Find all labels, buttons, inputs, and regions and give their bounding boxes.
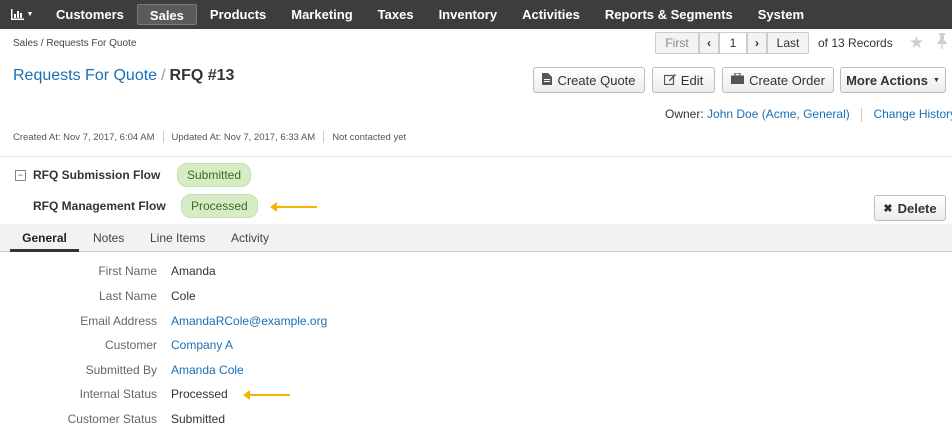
field-label: Last Name — [98, 289, 157, 303]
submitted-by-link[interactable]: Amanda Cole — [171, 363, 244, 377]
pin-shape — [937, 33, 947, 49]
field-label: First Name — [98, 264, 157, 278]
meta-divider — [323, 131, 325, 143]
create-order-button[interactable]: Create Order — [722, 67, 834, 93]
delete-label: Delete — [897, 200, 937, 216]
record-meta: Created At: Nov 7, 2017, 6:04 AM Updated… — [13, 131, 406, 143]
workflow-name: RFQ Submission Flow — [33, 168, 161, 182]
field-label: Customer Status — [67, 412, 157, 426]
tab-general[interactable]: General — [10, 224, 79, 252]
create-quote-label: Create Quote — [557, 72, 636, 88]
annotation-arrow-icon — [270, 202, 317, 212]
owner-divider — [861, 107, 863, 122]
meta-divider — [162, 131, 164, 143]
field-value: Submitted — [171, 412, 226, 426]
nav-taxes[interactable]: Taxes — [366, 4, 426, 25]
workflow-status-badge: Submitted — [177, 163, 252, 187]
workflow-name: RFQ Management Flow — [33, 199, 166, 213]
field-label: Internal Status — [79, 387, 157, 401]
star-icon[interactable]: ★ — [909, 33, 924, 53]
record-title: RFQ #13 — [169, 67, 235, 84]
edit-label: Edit — [680, 72, 704, 88]
nav-activities[interactable]: Activities — [510, 4, 592, 25]
annotation-arrow-icon — [243, 390, 290, 400]
updated-at: Updated At: Nov 7, 2017, 6:33 AM — [171, 131, 316, 143]
caret-down-icon: ▼ — [26, 11, 34, 18]
pager-page-input[interactable]: 1 — [719, 32, 747, 54]
collapse-toggle-icon[interactable]: − — [15, 170, 26, 181]
document-icon — [542, 72, 553, 88]
close-icon: ✖ — [883, 202, 893, 215]
field-label: Customer — [104, 338, 157, 352]
divider — [0, 156, 952, 157]
workflow-status-badge: Processed — [181, 194, 258, 218]
bar-chart-icon — [10, 9, 24, 20]
email-link[interactable]: AmandaRCole@example.org — [171, 314, 327, 328]
field-value: Amanda — [171, 264, 216, 278]
nav-sales[interactable]: Sales — [136, 4, 197, 25]
change-history-link[interactable]: Change History — [873, 107, 952, 121]
edit-button[interactable]: Edit — [652, 67, 715, 93]
dashboard-menu[interactable]: ▼ — [0, 0, 44, 29]
pager-prev-button[interactable]: ‹ — [699, 32, 719, 54]
tab-line-items[interactable]: Line Items — [150, 224, 205, 252]
field-label: Email Address — [80, 314, 157, 328]
briefcase-icon — [731, 72, 745, 87]
pager-first-button[interactable]: First — [655, 32, 699, 54]
more-actions-button[interactable]: More Actions ▼ — [840, 67, 946, 93]
created-at: Created At: Nov 7, 2017, 6:04 AM — [13, 131, 155, 143]
tab-activity[interactable]: Activity — [231, 224, 269, 252]
nav-products[interactable]: Products — [198, 4, 278, 25]
section-link[interactable]: Requests For Quote — [13, 67, 157, 84]
field-label: Submitted By — [85, 363, 157, 377]
create-quote-button[interactable]: Create Quote — [533, 67, 645, 93]
contact-status: Not contacted yet — [332, 131, 407, 143]
record-count: of 13 Records — [818, 36, 893, 50]
delete-button[interactable]: ✖ Delete — [874, 195, 946, 221]
nav-inventory[interactable]: Inventory — [427, 4, 510, 25]
more-actions-label: More Actions — [846, 72, 928, 88]
page-title: Requests For Quote / RFQ #13 — [13, 67, 234, 85]
pin-icon[interactable] — [936, 33, 948, 52]
top-navigation: ▼ Customers Sales Products Marketing Tax… — [0, 0, 952, 29]
owner-label: Owner: — [665, 107, 704, 121]
owner-link[interactable]: John Doe (Acme, General) — [707, 107, 850, 121]
field-value: Cole — [171, 289, 196, 303]
customer-link[interactable]: Company A — [171, 338, 233, 352]
breadcrumb: Sales / Requests For Quote — [13, 38, 137, 49]
chevron-left-icon: ‹ — [707, 36, 711, 50]
pencil-icon — [663, 73, 676, 88]
nav-marketing[interactable]: Marketing — [279, 4, 364, 25]
nav-reports-segments[interactable]: Reports & Segments — [593, 4, 745, 25]
field-value: Processed — [171, 387, 228, 401]
owner-info: Owner: John Doe (Acme, General) Change H… — [665, 107, 952, 122]
pager-next-button[interactable]: › — [747, 32, 767, 54]
create-order-label: Create Order — [749, 72, 825, 88]
record-pager: First ‹ 1 › Last of 13 Records — [655, 32, 893, 54]
tab-notes[interactable]: Notes — [93, 224, 124, 252]
nav-customers[interactable]: Customers — [44, 4, 136, 25]
tab-bar: General Notes Line Items Activity — [0, 224, 952, 252]
caret-down-icon: ▼ — [932, 76, 940, 84]
title-separator: / — [161, 67, 166, 84]
chevron-right-icon: › — [755, 36, 759, 50]
pager-last-button[interactable]: Last — [767, 32, 809, 54]
nav-system[interactable]: System — [746, 4, 816, 25]
